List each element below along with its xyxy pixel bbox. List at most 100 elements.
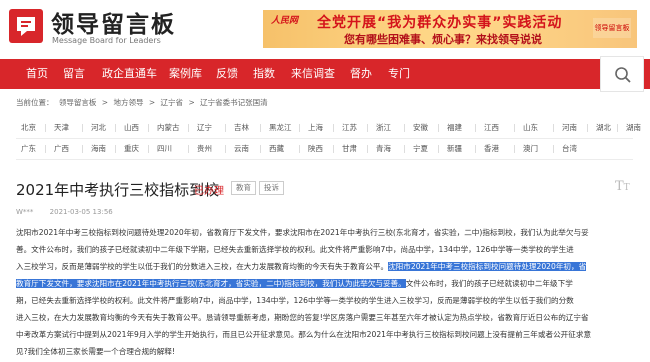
nav-item-special[interactable]: 专门 xyxy=(388,59,410,89)
region-link[interactable]: 台湾 xyxy=(562,143,577,154)
region-divider xyxy=(260,145,261,153)
region-link[interactable]: 云南 xyxy=(234,143,249,154)
promo-banner[interactable]: 人民网 全党开展“我为群众办实事”实践活动 您有哪些困难事、烦心事？来找领导说说… xyxy=(263,10,637,48)
post-date: 2021-03-05 13:56 xyxy=(49,208,113,216)
region-grid: 北京 天津 河北 山西 内蒙古 辽宁 吉林 黑龙江 上海 江苏 浙江 安徽 福建 江西 山东 河南 湖北 湖南 广… xyxy=(16,118,641,160)
region-divider xyxy=(438,124,439,132)
nav-item-survey[interactable]: 来信调查 xyxy=(291,59,335,89)
nav-item-message[interactable]: 留言 xyxy=(63,59,85,89)
article-line: 善。文件公布时，我们的孩子已经就读初中二年级下学期，已经失去重新选择学校的权利。… xyxy=(16,241,636,258)
article-text: 善。文件公布时，我们的孩子已经就读初中二年级下学期，已经失去重新选择学校的权利。… xyxy=(16,245,574,254)
region-link[interactable]: 贵州 xyxy=(197,143,212,154)
region-link[interactable]: 河南 xyxy=(562,122,577,133)
region-divider xyxy=(514,145,515,153)
region-divider xyxy=(82,124,83,132)
breadcrumb-sep: > xyxy=(101,98,109,107)
region-link[interactable]: 安徽 xyxy=(413,122,428,133)
region-row: 广东 广西 海南 重庆 四川 贵州 云南 西藏 陕西 甘肃 青海 宁夏 新疆 香港 澳门 台湾 xyxy=(16,139,633,160)
region-link[interactable]: 北京 xyxy=(21,122,36,133)
region-divider xyxy=(148,145,149,153)
region-link[interactable]: 甘肃 xyxy=(342,143,357,154)
font-size-icon[interactable]: TT xyxy=(615,179,630,194)
banner-subline: 您有哪些困难事、烦心事？来找领导说说 xyxy=(344,33,542,46)
region-link[interactable]: 广东 xyxy=(21,143,36,154)
search-button[interactable] xyxy=(600,56,644,92)
region-link[interactable]: 四川 xyxy=(157,143,172,154)
region-link[interactable]: 广西 xyxy=(54,143,69,154)
breadcrumb-prefix: 当前位置： xyxy=(16,98,54,107)
region-link[interactable]: 山西 xyxy=(124,122,139,133)
breadcrumb-link-local[interactable]: 地方领导 xyxy=(113,98,143,107)
breadcrumb-link-province[interactable]: 辽宁省 xyxy=(161,98,184,107)
banner-brand: 人民网 xyxy=(271,16,299,26)
region-link[interactable]: 陕西 xyxy=(308,143,323,154)
region-divider xyxy=(404,124,405,132)
tag-complaint[interactable]: 投诉 xyxy=(259,181,284,195)
region-divider xyxy=(553,124,554,132)
selected-text: 教育厅下发文件，要求沈阳市在2021年中考执行三校(东北育才，省实验，二中)指标… xyxy=(16,279,406,288)
region-link[interactable]: 香港 xyxy=(484,143,499,154)
region-divider xyxy=(514,124,515,132)
article-text: 期，已经失去重新选择学校的权利。此文件将严重影响7中，尚品中学，134中学，12… xyxy=(16,296,574,305)
region-link[interactable]: 河北 xyxy=(91,122,106,133)
region-link[interactable]: 江西 xyxy=(484,122,499,133)
site-subtitle: Message Board for Leaders xyxy=(52,36,161,45)
region-link[interactable]: 福建 xyxy=(447,122,462,133)
nav-item-enterprise[interactable]: 政企直通车 xyxy=(102,59,157,89)
banner-headline: 全党开展“我为群众办实事”实践活动 xyxy=(317,15,563,31)
region-link[interactable]: 江苏 xyxy=(342,122,357,133)
region-link[interactable]: 上海 xyxy=(308,122,323,133)
region-link[interactable]: 湖北 xyxy=(596,122,611,133)
region-link[interactable]: 山东 xyxy=(523,122,538,133)
region-link[interactable]: 内蒙古 xyxy=(157,122,180,133)
article-body: 沈阳市2021年中考三校指标到校问题待处理2020年初，省教育厅下发文件，要求沈… xyxy=(16,224,636,360)
region-divider xyxy=(367,124,368,132)
article-text: 入三校学习，反而是薄弱学校的学生以低于我们的分数进入三校，在大力发展教育均衡的今… xyxy=(16,262,389,271)
region-link[interactable]: 海南 xyxy=(91,143,106,154)
region-link[interactable]: 宁夏 xyxy=(413,143,428,154)
article-line: 进入三校，在大力发展教育均衡的今天有失于教育公平。恳请领导重新考虑，期盼您的答复… xyxy=(16,309,636,326)
region-divider xyxy=(188,145,189,153)
region-link[interactable]: 澳门 xyxy=(523,143,538,154)
region-divider xyxy=(115,145,116,153)
article-line: 见?我们全体初三家长需要一个合理合规的解释! xyxy=(16,343,636,360)
nav-item-cases[interactable]: 案例库 xyxy=(169,59,202,89)
nav-item-home[interactable]: 首页 xyxy=(26,59,48,89)
region-divider xyxy=(404,145,405,153)
region-link[interactable]: 黑龙江 xyxy=(269,122,292,133)
region-link[interactable]: 青海 xyxy=(376,143,391,154)
breadcrumb-link-leader[interactable]: 辽宁省委书记张国清 xyxy=(200,98,268,107)
breadcrumb-sep: > xyxy=(148,98,156,107)
region-divider xyxy=(367,145,368,153)
region-divider xyxy=(115,124,116,132)
author-name: W*** xyxy=(16,208,34,216)
nav-item-supervise[interactable]: 督办 xyxy=(350,59,372,89)
region-link[interactable]: 新疆 xyxy=(447,143,462,154)
breadcrumb-sep: > xyxy=(188,98,195,107)
region-link[interactable]: 天津 xyxy=(54,122,69,133)
region-link[interactable]: 吉林 xyxy=(234,122,249,133)
region-link[interactable]: 西藏 xyxy=(269,143,284,154)
nav-item-index[interactable]: 指数 xyxy=(253,59,275,89)
region-divider xyxy=(148,124,149,132)
region-divider xyxy=(617,124,618,132)
region-divider xyxy=(299,124,300,132)
article-text: 进入三校，在大力发展教育均衡的今天有失于教育公平。恳请领导重新考虑，期盼您的答复… xyxy=(16,313,589,322)
article-line: 入三校学习，反而是薄弱学校的学生以低于我们的分数进入三校，在大力发展教育均衡的今… xyxy=(16,258,636,275)
site-title[interactable]: 领导留言板 xyxy=(51,5,176,39)
breadcrumb-link-home[interactable]: 领导留言板 xyxy=(59,98,97,107)
region-link[interactable]: 湖南 xyxy=(626,122,641,133)
site-logo-icon[interactable] xyxy=(9,9,43,43)
site-header: 领导留言板 Message Board for Leaders 人民网 全党开展… xyxy=(0,0,650,54)
article-text: 沈阳市2021年中考三校指标到校问题待处理2020年初，省教育厅下发文件，要求沈… xyxy=(16,228,589,237)
region-divider xyxy=(82,145,83,153)
region-link[interactable]: 浙江 xyxy=(376,122,391,133)
region-link[interactable]: 重庆 xyxy=(124,143,139,154)
article-text: 中考改革方案试行中提到从2021年9月入学的学生开始执行，而且已公开征求意见。那… xyxy=(16,330,592,339)
region-link[interactable]: 辽宁 xyxy=(197,122,212,133)
region-divider xyxy=(438,145,439,153)
article-line: 中考改革方案试行中提到从2021年9月入学的学生开始执行，而且已公开征求意见。那… xyxy=(16,326,636,343)
region-divider xyxy=(475,145,476,153)
nav-item-feedback[interactable]: 反馈 xyxy=(216,59,238,89)
tag-education[interactable]: 教育 xyxy=(231,181,256,195)
